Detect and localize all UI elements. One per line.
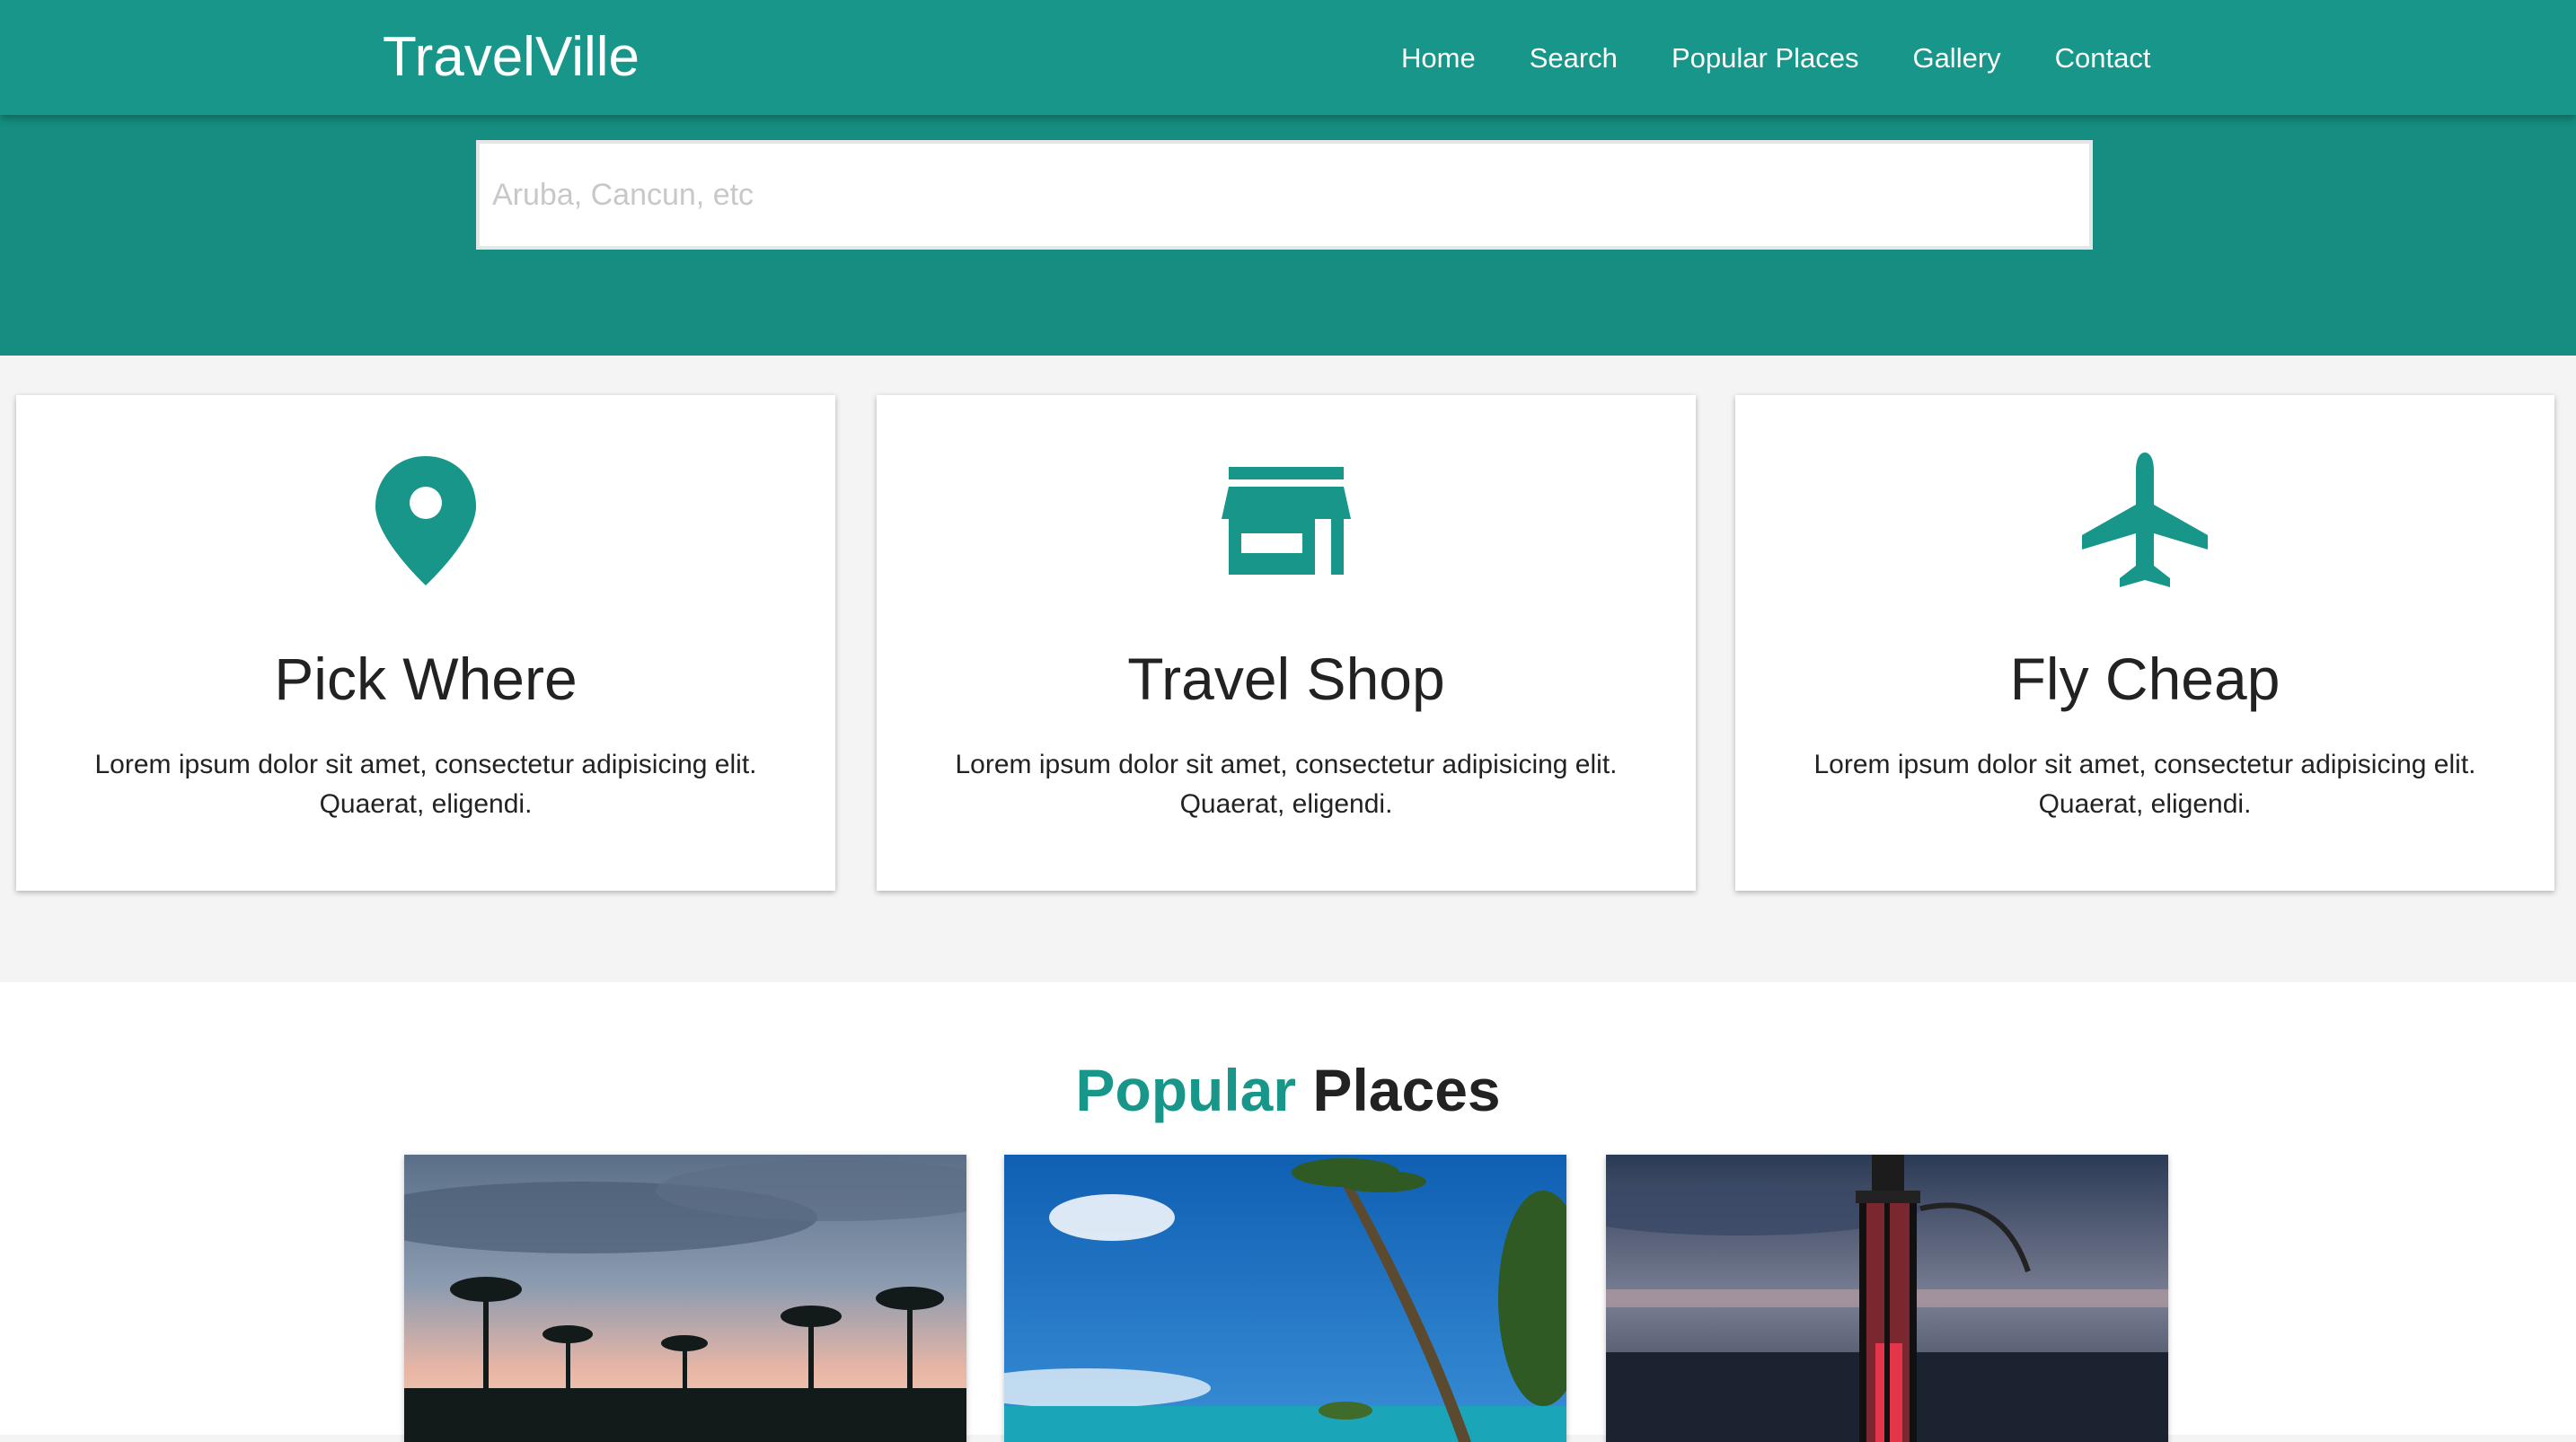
feature-card-fly-cheap: Fly Cheap Lorem ipsum dolor sit amet, co… [1735,395,2554,891]
store-icon [1214,449,1358,593]
feature-card-travel-shop: Travel Shop Lorem ipsum dolor sit amet, … [877,395,1696,891]
navbar: TravelVille Home Search Popular Places G… [0,0,2576,115]
search-section [0,115,2576,356]
beach-palm-photo[interactable] [1004,1155,1566,1442]
feature-title: Travel Shop [1127,646,1445,712]
nav-link-gallery[interactable]: Gallery [1912,36,2000,81]
brand-logo[interactable]: TravelVille [383,23,640,92]
nav-link-popular-places[interactable]: Popular Places [1672,36,1859,81]
feature-title: Fly Cheap [2009,646,2280,712]
airplane-icon [2073,449,2217,593]
search-input[interactable] [476,140,2093,250]
popular-places-title: Popular Places [0,1054,2576,1126]
popular-title-rest: Places [1312,1057,1501,1123]
feature-text: Lorem ipsum dolor sit amet, consectetur … [94,750,757,819]
feature-text: Lorem ipsum dolor sit amet, consectetur … [1813,750,2476,819]
feature-title: Pick Where [274,646,578,712]
popular-places-section: Popular Places [0,982,2576,1442]
feature-text: Lorem ipsum dolor sit amet, consectetur … [955,750,1618,819]
features-section: Pick Where Lorem ipsum dolor sit amet, c… [0,356,2576,982]
palm-sunset-photo[interactable] [404,1155,966,1442]
popular-title-accent: Popular [1075,1057,1297,1123]
nav-link-search[interactable]: Search [1530,36,1618,81]
nav-link-contact[interactable]: Contact [2055,36,2151,81]
nav-links: Home Search Popular Places Gallery Conta… [1401,36,2205,81]
feature-card-pick-where: Pick Where Lorem ipsum dolor sit amet, c… [16,395,835,891]
nav-link-home[interactable]: Home [1401,36,1476,81]
lantern-photo[interactable] [1606,1155,2168,1442]
map-marker-icon [354,449,498,593]
